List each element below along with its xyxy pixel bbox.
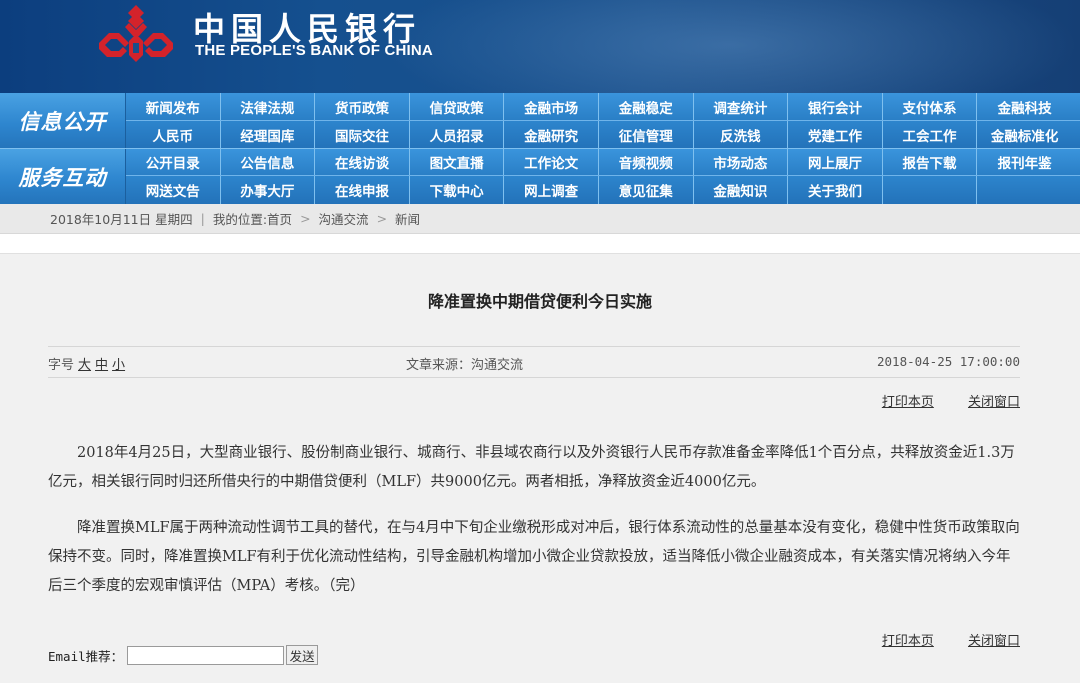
header-glow [380, 0, 1080, 93]
nav-item[interactable]: 网上调查 [504, 176, 599, 204]
article-tools-top: 打印本页 关闭窗口 [852, 391, 1020, 410]
print-page-link[interactable]: 打印本页 [882, 634, 934, 649]
email-recommend: Email推荐： 发送 [48, 645, 319, 665]
font-size-small[interactable]: 小 [112, 358, 125, 373]
breadcrumb-level1[interactable]: 沟通交流 [319, 209, 369, 228]
nav-item[interactable]: 国际交往 [315, 121, 410, 149]
site-header: 中国人民银行 THE PEOPLE'S BANK OF CHINA [0, 0, 1080, 93]
article-meta: 字号大中小 文章来源：沟通交流 2018-04-25 17:00:00 [48, 346, 1020, 378]
nav-item[interactable]: 公告信息 [221, 149, 316, 175]
nav-group-info: 信息公开 新闻发布 法律法规 货币政策 信贷政策 金融市场 金融稳定 调查统计 … [0, 93, 1080, 149]
breadcrumb-divider: | [200, 211, 205, 226]
nav-item[interactable]: 党建工作 [788, 121, 883, 149]
nav-item-empty [977, 176, 1072, 204]
nav-item[interactable]: 人民币 [126, 121, 221, 149]
nav-item[interactable]: 经理国库 [221, 121, 316, 149]
nav-item[interactable]: 金融科技 [977, 93, 1072, 120]
nav-item[interactable]: 在线访谈 [315, 149, 410, 175]
nav-item[interactable]: 货币政策 [315, 93, 410, 120]
breadcrumb-level2[interactable]: 新闻 [395, 209, 420, 228]
article-paragraph: 降准置换MLF属于两种流动性调节工具的替代，在与4月中下旬企业缴税形成对冲后，银… [48, 520, 1020, 594]
send-button[interactable]: 发送 [286, 645, 319, 665]
nav-item[interactable]: 工作论文 [504, 149, 599, 175]
bank-name-en: THE PEOPLE'S BANK OF CHINA [195, 42, 433, 59]
nav-group-label[interactable]: 信息公开 [0, 93, 126, 149]
current-date: 2018年10月11日 星期四 [50, 212, 193, 227]
email-label: Email推荐： [48, 648, 124, 664]
breadcrumb: 2018年10月11日 星期四 | 我的位置: 首页 > 沟通交流 > 新闻 [0, 204, 1080, 234]
article-datetime: 2018-04-25 17:00:00 [877, 354, 1020, 369]
article-container: 降准置换中期借贷便利今日实施 字号大中小 文章来源：沟通交流 2018-04-2… [0, 253, 1080, 683]
close-window-link[interactable]: 关闭窗口 [968, 634, 1020, 649]
nav-row: 公开目录 公告信息 在线访谈 图文直播 工作论文 音频视频 市场动态 网上展厅 … [126, 149, 1080, 176]
nav-item[interactable]: 金融稳定 [599, 93, 694, 120]
font-size-label: 字号 [48, 358, 75, 373]
font-size-controls: 字号大中小 [48, 354, 125, 373]
chevron-right-icon: > [376, 211, 388, 226]
breadcrumb-home[interactable]: 首页 [267, 209, 292, 228]
nav-item[interactable]: 金融标准化 [977, 121, 1072, 149]
article-tools-bottom: 打印本页 关闭窗口 [852, 630, 1020, 649]
nav-item[interactable]: 办事大厅 [221, 176, 316, 204]
nav-group-label[interactable]: 服务互动 [0, 149, 126, 204]
nav-item[interactable]: 报告下载 [883, 149, 978, 175]
nav-item[interactable]: 音频视频 [599, 149, 694, 175]
nav-item[interactable]: 网上展厅 [788, 149, 883, 175]
nav-item[interactable]: 报刊年鉴 [977, 149, 1072, 175]
nav-item[interactable]: 法律法规 [221, 93, 316, 120]
location-prefix: 我的位置: [212, 212, 268, 227]
nav-item-empty [883, 176, 978, 204]
font-size-medium[interactable]: 中 [95, 358, 108, 373]
nav-item[interactable]: 金融市场 [504, 93, 599, 120]
nav-item[interactable]: 银行会计 [788, 93, 883, 120]
nav-item[interactable]: 在线申报 [315, 176, 410, 204]
pboc-logo-icon[interactable] [95, 3, 177, 65]
chevron-right-icon: > [300, 211, 311, 226]
nav-item[interactable]: 图文直播 [410, 149, 505, 175]
article-source: 文章来源：沟通交流 [406, 358, 524, 373]
nav-item[interactable]: 意见征集 [599, 176, 694, 204]
nav-item[interactable]: 征信管理 [599, 121, 694, 149]
close-window-link[interactable]: 关闭窗口 [968, 395, 1020, 410]
nav-item[interactable]: 调查统计 [694, 93, 789, 120]
nav-item[interactable]: 市场动态 [694, 149, 789, 175]
main-nav: 信息公开 新闻发布 法律法规 货币政策 信贷政策 金融市场 金融稳定 调查统计 … [0, 93, 1080, 204]
article-title: 降准置换中期借贷便利今日实施 [427, 292, 652, 311]
nav-row: 新闻发布 法律法规 货币政策 信贷政策 金融市场 金融稳定 调查统计 银行会计 … [126, 93, 1080, 121]
nav-item[interactable]: 信贷政策 [410, 93, 505, 120]
nav-row: 人民币 经理国库 国际交往 人员招录 金融研究 征信管理 反洗钱 党建工作 工会… [126, 121, 1080, 149]
font-size-large[interactable]: 大 [78, 358, 91, 373]
nav-item[interactable]: 工会工作 [883, 121, 978, 149]
email-input[interactable] [127, 645, 285, 665]
nav-item[interactable]: 网送文告 [126, 176, 221, 204]
nav-item[interactable]: 金融研究 [504, 121, 599, 149]
nav-item[interactable]: 反洗钱 [694, 121, 789, 149]
nav-item[interactable]: 下载中心 [410, 176, 505, 204]
article-paragraph: 2018年4月25日，大型商业银行、股份制商业银行、城商行、非县域农商行以及外资… [48, 445, 1015, 490]
nav-item[interactable]: 人员招录 [410, 121, 505, 149]
nav-row: 网送文告 办事大厅 在线申报 下载中心 网上调查 意见征集 金融知识 关于我们 [126, 176, 1080, 204]
nav-item[interactable]: 支付体系 [883, 93, 978, 120]
nav-item[interactable]: 公开目录 [126, 149, 221, 175]
nav-item[interactable]: 关于我们 [788, 176, 883, 204]
print-page-link[interactable]: 打印本页 [882, 395, 934, 410]
nav-group-service: 服务互动 公开目录 公告信息 在线访谈 图文直播 工作论文 音频视频 市场动态 … [0, 149, 1080, 204]
nav-item[interactable]: 新闻发布 [126, 93, 221, 120]
nav-item[interactable]: 金融知识 [694, 176, 789, 204]
